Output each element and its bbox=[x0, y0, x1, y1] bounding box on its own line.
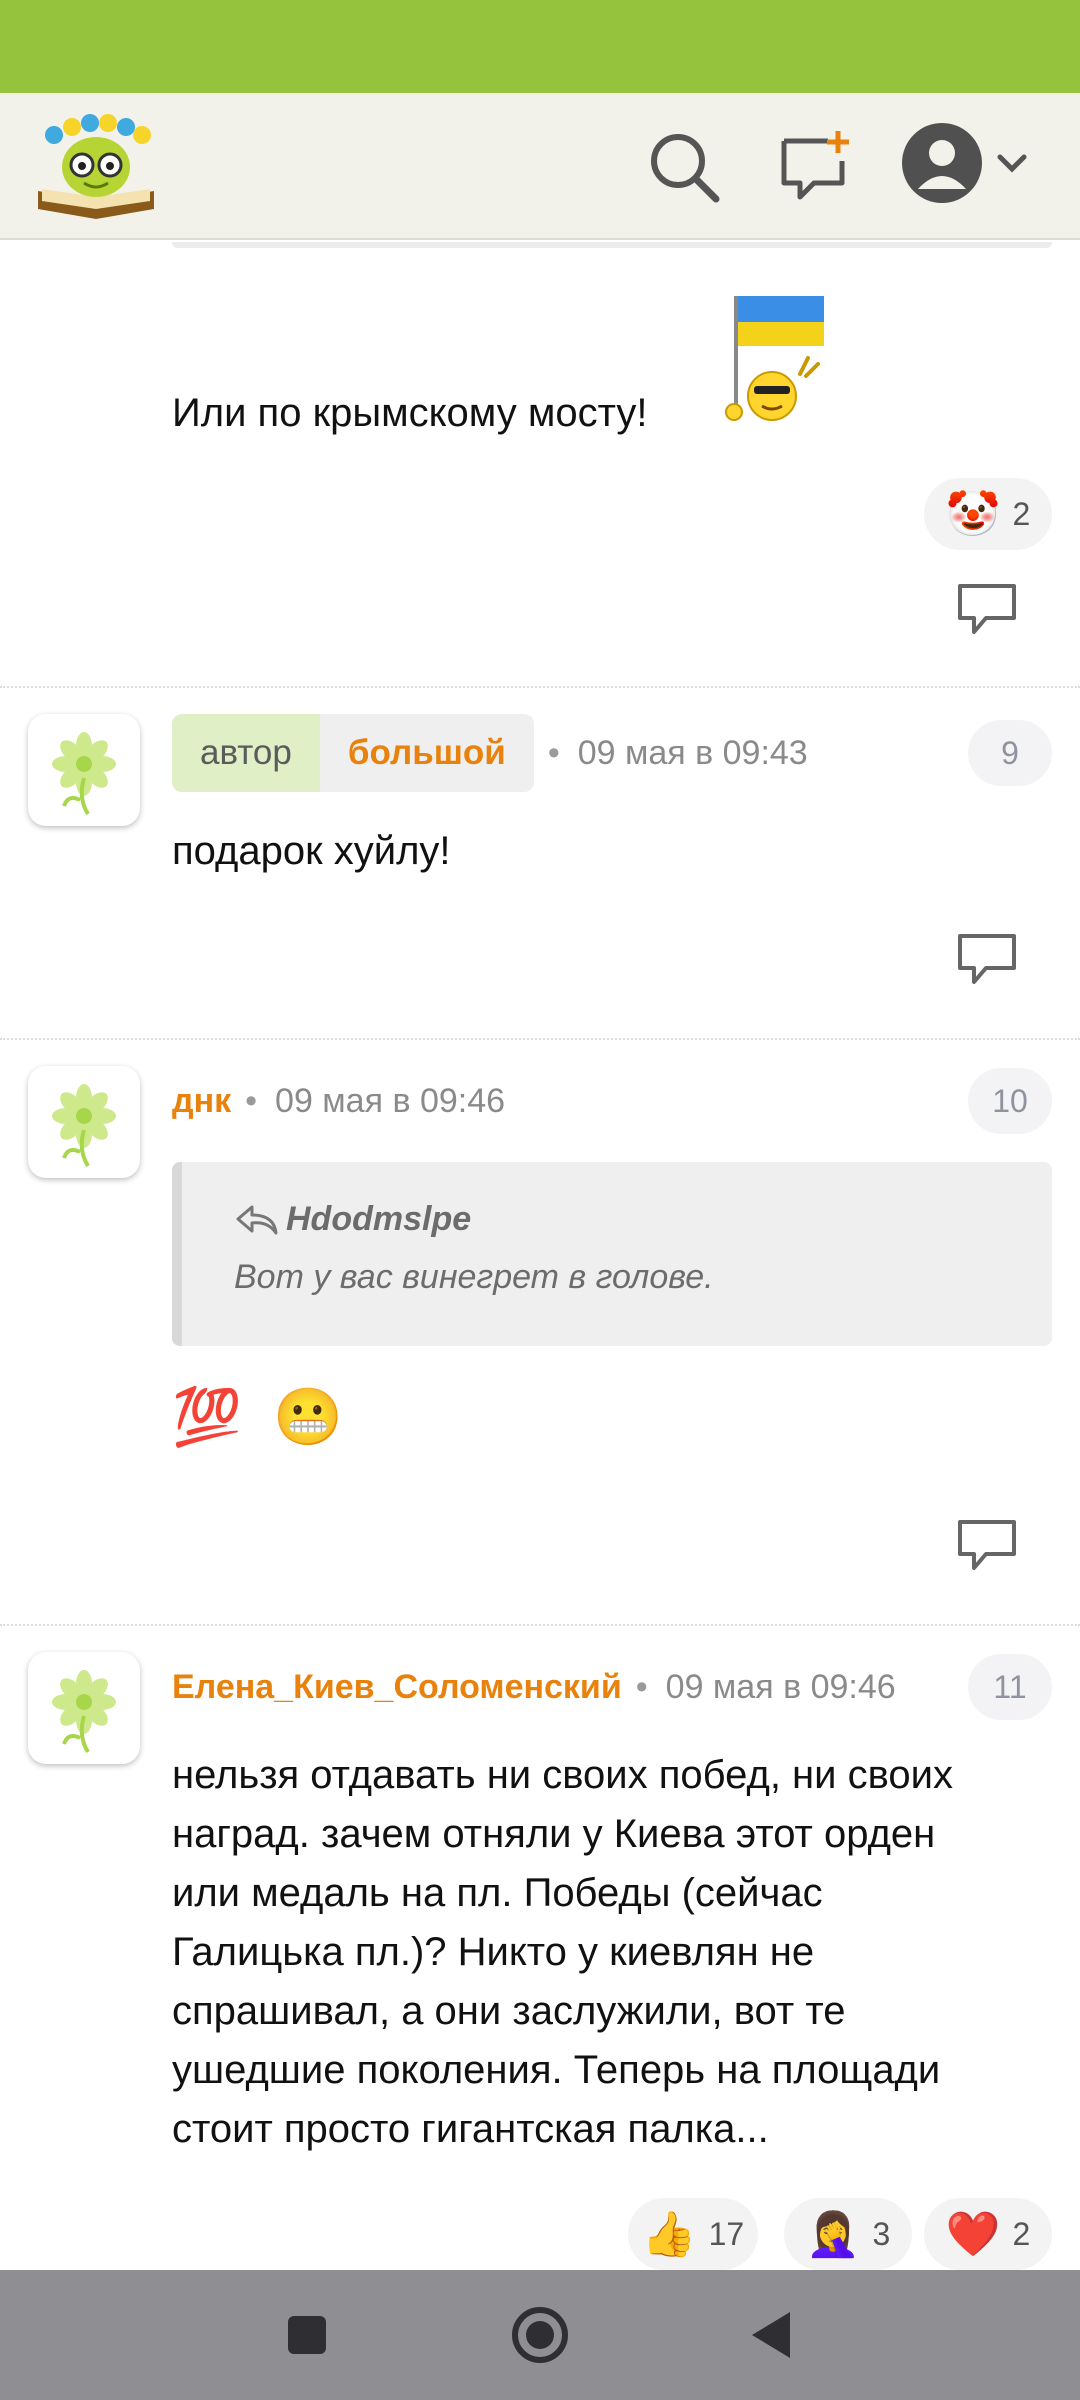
status-bar bbox=[0, 0, 1080, 93]
reaction-heart[interactable]: ❤️ 2 bbox=[924, 2198, 1052, 2270]
back-button[interactable] bbox=[736, 2298, 810, 2372]
comment-text: Или по крымскому мосту! bbox=[172, 391, 648, 435]
comment-meta: днк • 09 мая в 09:46 bbox=[172, 1081, 506, 1121]
home-button[interactable] bbox=[503, 2298, 577, 2372]
thumbs-up-icon: 👍 bbox=[641, 2210, 697, 2259]
recent-apps-button[interactable] bbox=[270, 2298, 344, 2372]
site-logo[interactable] bbox=[32, 109, 160, 221]
reply-icon[interactable] bbox=[956, 582, 1018, 636]
comment-time[interactable]: 09 мая в 09:43 bbox=[578, 734, 808, 773]
comment-text: подарок хуйлу! bbox=[172, 829, 451, 873]
reaction-clown[interactable]: 🤡 2 bbox=[924, 478, 1052, 550]
quote-text: Вот у вас винегрет в голове. bbox=[234, 1258, 714, 1296]
comments-feed: Или по крымскому мосту! 🤡 2 автор большо… bbox=[0, 242, 1080, 2270]
emoji-message: 💯 😬 bbox=[172, 1385, 352, 1448]
author-name[interactable]: большой bbox=[319, 714, 534, 792]
reaction-count: 2 bbox=[1012, 2215, 1031, 2252]
user-menu[interactable] bbox=[900, 119, 1040, 209]
app-header bbox=[0, 93, 1080, 240]
reaction-count: 2 bbox=[1012, 495, 1031, 532]
author-tag: автор bbox=[172, 714, 320, 792]
comment-time[interactable]: 09 мая в 09:46 bbox=[666, 1668, 896, 1707]
reaction-facepalm[interactable]: 🤦‍♀️ 3 bbox=[784, 2198, 912, 2270]
search-icon[interactable] bbox=[644, 127, 724, 207]
system-nav-bar bbox=[0, 2270, 1080, 2400]
facepalm-icon: 🤦‍♀️ bbox=[805, 2210, 861, 2259]
comment-meta: Елена_Киев_Соломенский • 09 мая в 09:46 bbox=[172, 1667, 896, 1707]
avatar[interactable] bbox=[28, 1652, 140, 1764]
comment-time[interactable]: 09 мая в 09:46 bbox=[275, 1082, 505, 1121]
reply-icon[interactable] bbox=[956, 932, 1018, 986]
comment-meta: автор большой • 09 мая в 09:43 bbox=[172, 714, 808, 792]
quote-author: Hdodmslpe bbox=[286, 1200, 472, 1238]
new-comment-icon[interactable] bbox=[776, 127, 856, 207]
comment-number[interactable]: 11 bbox=[968, 1654, 1052, 1720]
avatar[interactable] bbox=[28, 714, 140, 826]
author-name[interactable]: днк bbox=[172, 1082, 231, 1121]
comment-text: нельзя отдавать ни своих побед, ни своих… bbox=[172, 1753, 953, 2151]
reply-arrow-icon bbox=[234, 1203, 280, 1237]
author-name[interactable]: Елена_Киев_Соломенский bbox=[172, 1668, 622, 1707]
reaction-count: 3 bbox=[872, 2215, 891, 2252]
reaction-count: 17 bbox=[708, 2215, 745, 2252]
comment-separator bbox=[0, 1624, 1080, 1626]
ukraine-flag-smiley-icon bbox=[722, 292, 832, 422]
reply-icon[interactable] bbox=[956, 1518, 1018, 1572]
quoted-reply[interactable]: Hdodmslpe Вот у вас винегрет в голове. bbox=[172, 1162, 1052, 1346]
red-heart-icon: ❤️ bbox=[945, 2210, 1001, 2259]
reaction-thumbs-up[interactable]: 👍 17 bbox=[628, 2198, 758, 2270]
comment-separator bbox=[0, 686, 1080, 688]
comment-number[interactable]: 10 bbox=[968, 1068, 1052, 1134]
comment-separator bbox=[0, 1038, 1080, 1040]
avatar[interactable] bbox=[28, 1066, 140, 1178]
card-edge bbox=[172, 242, 1052, 248]
comment-number[interactable]: 9 bbox=[968, 720, 1052, 786]
clown-face-icon: 🤡 bbox=[945, 490, 1001, 539]
